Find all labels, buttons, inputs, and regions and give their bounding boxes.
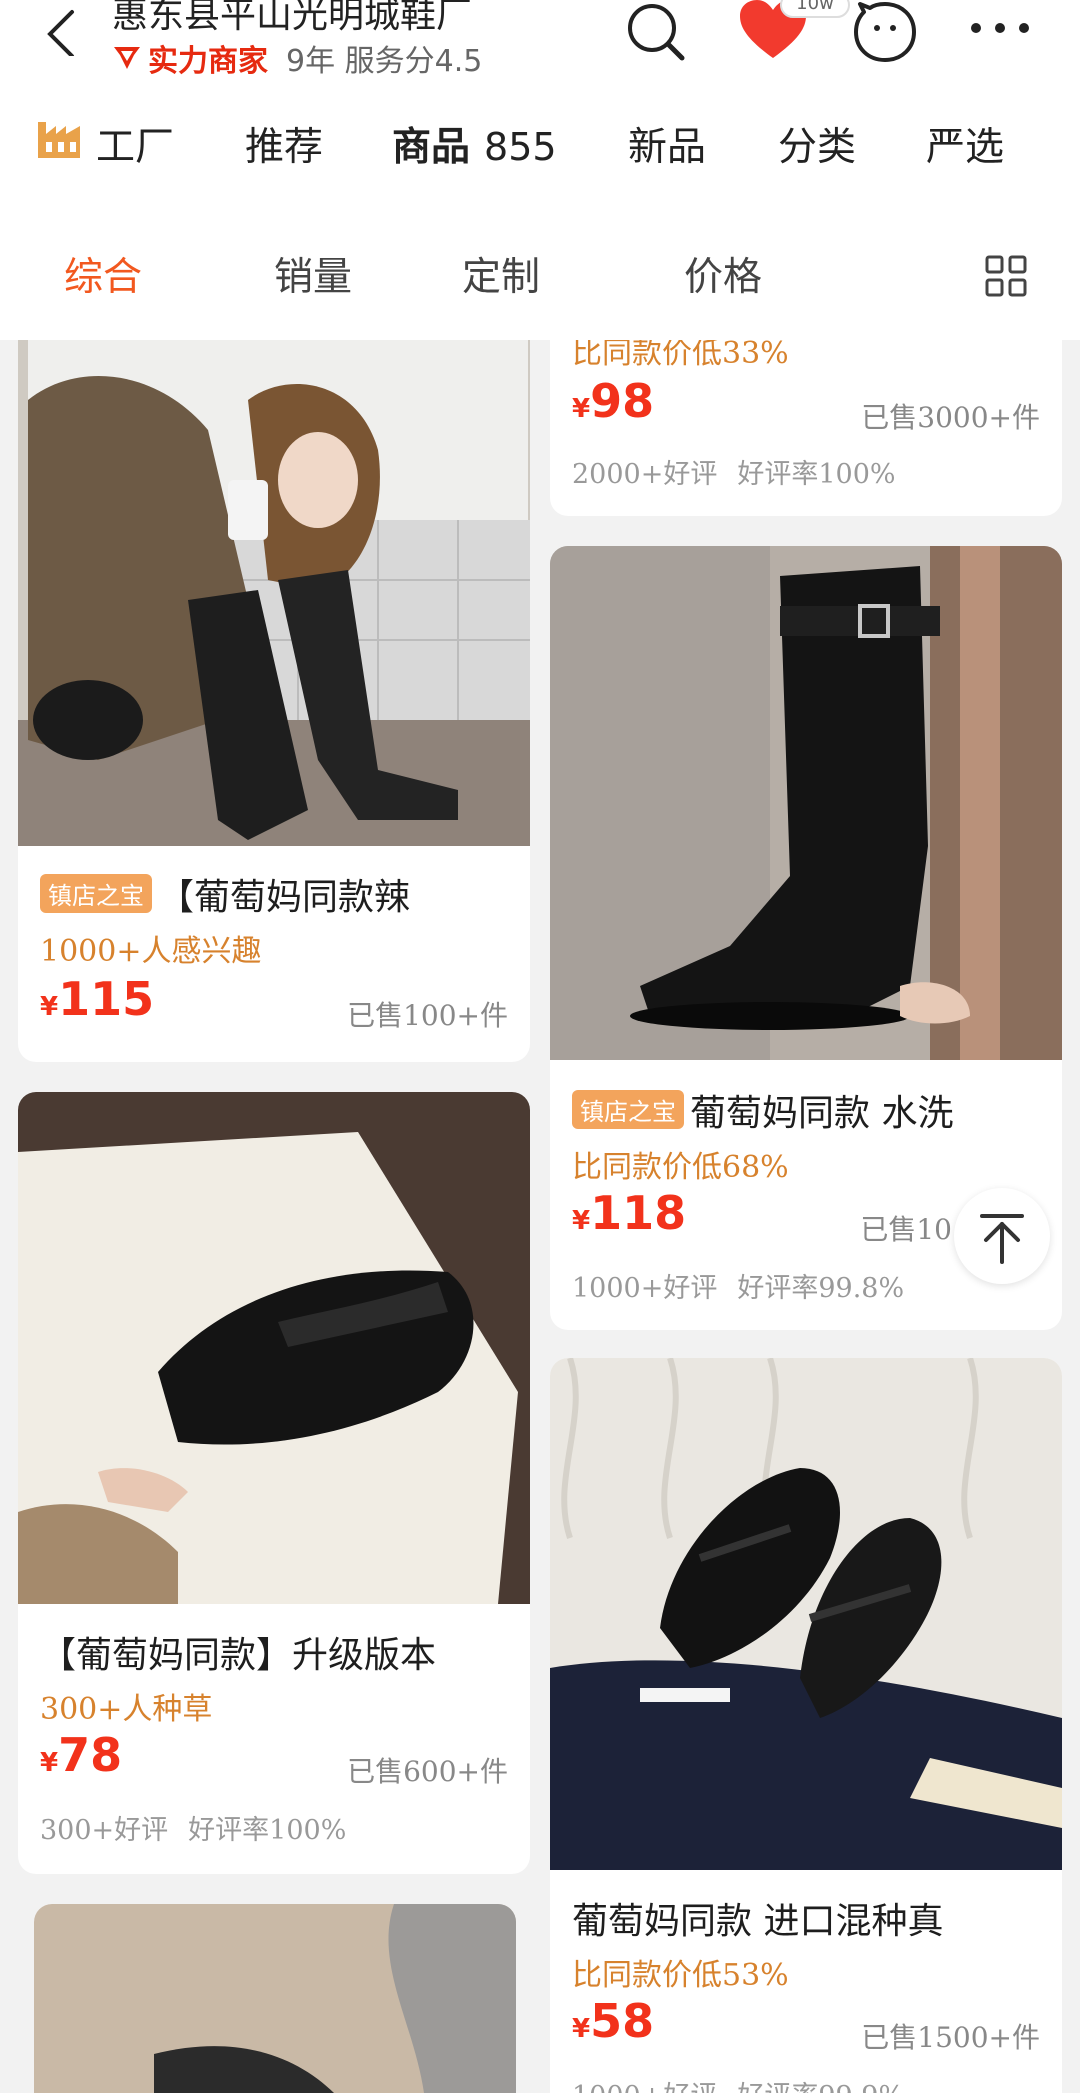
store-nav: 工厂 推荐 商品 855 新品 分类 严选 xyxy=(0,96,1080,207)
tab-products[interactable]: 商品 855 xyxy=(392,116,557,172)
store-treasure-tag: 镇店之宝 xyxy=(40,874,152,913)
product-title: 【葡萄妈同款】升级版本 xyxy=(40,1635,437,1676)
store-badge: 实力商家 9年 服务分4.5 xyxy=(112,38,483,79)
back-arrow-icon[interactable] xyxy=(40,8,86,56)
product-card[interactable]: 镇店之宝 【葡萄妈同款辣 1000+人感兴趣 ¥115 已售100+件 xyxy=(18,340,530,1062)
sort-sales[interactable]: 销量 xyxy=(274,246,352,302)
product-image xyxy=(550,546,1062,1060)
product-subtitle: 1000+人感兴趣 xyxy=(40,934,262,969)
product-price: ¥98 xyxy=(572,374,655,428)
product-subtitle: 比同款价低68% xyxy=(572,1150,789,1185)
product-price: ¥58 xyxy=(572,1994,655,2048)
product-price: ¥78 xyxy=(40,1728,123,1782)
sort-overall[interactable]: 综合 xyxy=(64,246,142,302)
product-title: 镇店之宝 【葡萄妈同款辣 xyxy=(40,868,510,920)
badge-label: 实力商家 xyxy=(148,44,268,79)
factory-icon xyxy=(38,122,80,158)
tab-selected[interactable]: 严选 xyxy=(926,116,1004,172)
product-subtitle: 比同款价低33% xyxy=(572,340,789,371)
search-icon[interactable] xyxy=(624,0,686,62)
product-reviews: 300+好评 好评率100% xyxy=(40,1815,347,1846)
product-image xyxy=(18,1092,530,1604)
product-image xyxy=(34,1904,516,2093)
product-sold: 已售10 xyxy=(860,1213,952,1246)
power-merchant-icon xyxy=(114,47,140,69)
product-count: 855 xyxy=(484,125,557,169)
product-image xyxy=(18,340,530,846)
product-sold: 已售3000+件 xyxy=(861,401,1040,434)
tab-factory[interactable]: 工厂 xyxy=(96,116,174,172)
product-title: 镇店之宝 葡萄妈同款 水洗 xyxy=(572,1084,1042,1136)
arrow-up-icon xyxy=(980,1214,1024,1264)
product-card[interactable]: 葡萄妈同款 进口混种真 比同款价低53% ¥58 已售1500+件 1000+好… xyxy=(550,1358,1062,2093)
favorite-count: 10w xyxy=(780,0,850,18)
product-subtitle: 比同款价低53% xyxy=(572,1958,789,1993)
product-image xyxy=(550,1358,1062,1870)
store-name[interactable]: 惠东县平山光明城鞋厂 xyxy=(112,0,472,38)
product-reviews: 2000+好评 好评率100% xyxy=(572,459,896,490)
product-card[interactable]: 比同款价低33% ¥98 已售3000+件 2000+好评 好评率100% xyxy=(550,340,1062,516)
product-price: ¥118 xyxy=(572,1186,687,1240)
tab-recommend[interactable]: 推荐 xyxy=(245,116,323,172)
sort-price[interactable]: 价格 xyxy=(684,246,762,302)
product-reviews: 1000+好评好评率99.9% xyxy=(572,2074,904,2093)
more-icon[interactable] xyxy=(968,18,1032,38)
product-price: ¥115 xyxy=(40,972,155,1026)
customer-service-icon[interactable] xyxy=(852,0,918,64)
product-reviews: 1000+好评 好评率99.8% xyxy=(572,1273,905,1304)
product-sold: 已售1500+件 xyxy=(861,2021,1040,2054)
sort-custom[interactable]: 定制 xyxy=(462,246,540,302)
product-title: 葡萄妈同款 进口混种真 xyxy=(572,1901,944,1942)
product-sold: 已售100+件 xyxy=(347,999,508,1032)
store-header: 惠东县平山光明城鞋厂 实力商家 9年 服务分4.5 10w xyxy=(0,0,1080,96)
badge-meta: 9年 服务分4.5 xyxy=(286,44,483,79)
tab-new[interactable]: 新品 xyxy=(628,116,706,172)
sort-bar: 综合 销量 定制 价格 xyxy=(0,206,1080,340)
back-to-top-button[interactable] xyxy=(954,1188,1050,1284)
tab-category[interactable]: 分类 xyxy=(778,116,856,172)
product-sold: 已售600+件 xyxy=(347,1755,508,1788)
product-card[interactable] xyxy=(34,1904,516,2093)
product-subtitle: 300+人种草 xyxy=(40,1692,213,1727)
store-treasure-tag: 镇店之宝 xyxy=(572,1090,684,1129)
layout-grid-icon[interactable] xyxy=(984,254,1028,298)
product-card[interactable]: 【葡萄妈同款】升级版本 300+人种草 ¥78 已售600+件 300+好评 好评… xyxy=(18,1092,530,1874)
